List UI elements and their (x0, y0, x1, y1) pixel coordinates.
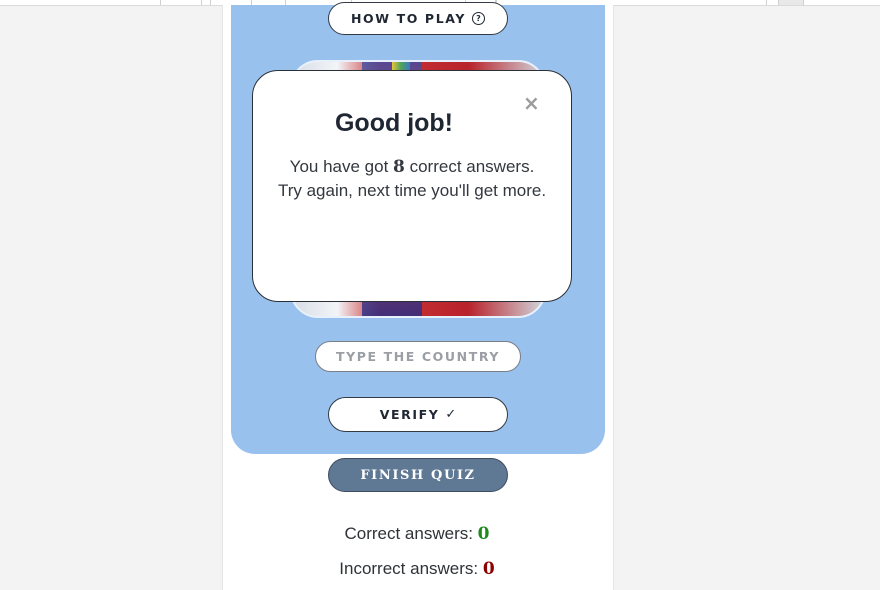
modal-message: You have got 8 correct answers. Try agai… (253, 155, 571, 203)
incorrect-answers-stat: Incorrect answers: 0 (222, 559, 612, 579)
result-modal: × Good job! You have got 8 correct answe… (252, 70, 572, 302)
verify-label: VERIFY (379, 407, 440, 422)
modal-correct-count: 8 (393, 157, 405, 177)
toolbar-segment (778, 0, 804, 5)
modal-line1-suffix: correct answers. (404, 157, 535, 176)
modal-line1-prefix: You have got (289, 157, 394, 176)
check-icon: ✓ (445, 407, 457, 422)
correct-answers-label: Correct answers: (344, 524, 478, 543)
help-circle-icon: ? (472, 12, 485, 25)
toolbar-segment (160, 0, 202, 5)
incorrect-answers-label: Incorrect answers: (339, 559, 483, 578)
finish-quiz-button[interactable]: FINISH QUIZ (328, 458, 508, 492)
incorrect-answers-value: 0 (482, 559, 495, 579)
correct-answers-value: 0 (477, 524, 490, 544)
correct-answers-stat: Correct answers: 0 (222, 524, 612, 544)
modal-line2: Try again, next time you'll get more. (277, 181, 547, 200)
country-input[interactable] (315, 341, 521, 372)
modal-title: Good job! (334, 109, 454, 137)
how-to-play-label: HOW TO PLAY (351, 11, 466, 26)
how-to-play-button[interactable]: HOW TO PLAY ? (328, 2, 508, 35)
verify-button[interactable]: VERIFY ✓ (328, 397, 508, 432)
